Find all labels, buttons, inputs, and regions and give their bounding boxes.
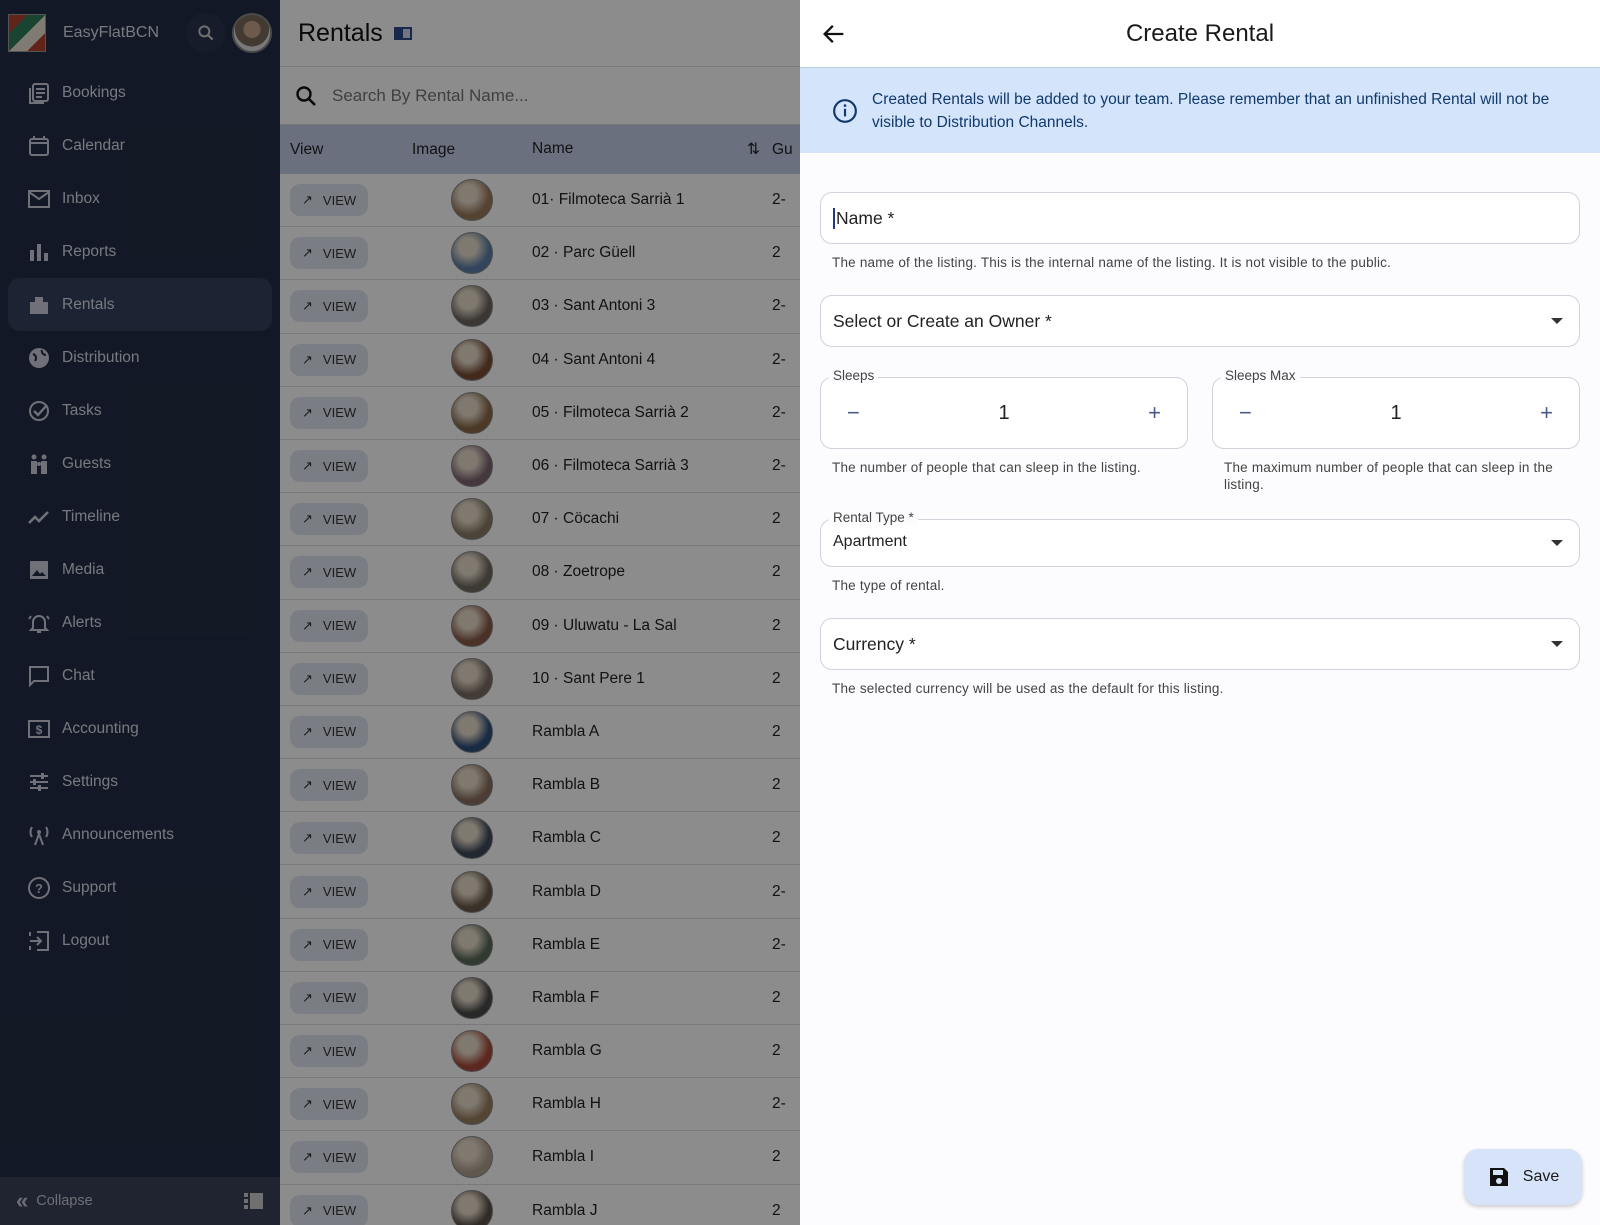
info-banner: Created Rentals will be added to your te… (800, 67, 1600, 153)
owner-select[interactable]: Select or Create an Owner * (820, 295, 1580, 347)
drawer-header: Create Rental (800, 0, 1600, 67)
sleeps-max-value[interactable]: 1 (1390, 402, 1401, 425)
plus-icon[interactable]: + (1540, 400, 1553, 426)
dropdown-caret-icon (1551, 540, 1563, 546)
name-input[interactable]: Name * (820, 192, 1580, 244)
owner-placeholder: Select or Create an Owner * (833, 310, 1052, 331)
sleeps-max-help: The maximum number of people that can sl… (1224, 460, 1553, 492)
info-icon (833, 98, 857, 123)
dropdown-caret-icon (1551, 641, 1563, 647)
info-text: Created Rentals will be added to your te… (872, 90, 1550, 131)
sleeps-max-stepper: Sleeps Max − 1 + (1212, 368, 1580, 449)
sleeps-help: The number of people that can sleep in t… (832, 460, 1141, 475)
minus-icon[interactable]: − (847, 400, 860, 426)
sleeps-value[interactable]: 1 (998, 402, 1009, 425)
save-label: Save (1522, 1168, 1560, 1185)
currency-help: The selected currency will be used as th… (832, 681, 1224, 696)
sleeps-label: Sleeps (829, 368, 879, 383)
rental-type-help: The type of rental. (832, 578, 945, 593)
currency-placeholder: Currency * (833, 633, 916, 654)
drawer-title: Create Rental (1125, 19, 1275, 47)
rental-form: Name * The name of the listing. This is … (800, 192, 1600, 697)
back-arrow-icon[interactable] (820, 20, 848, 48)
rental-type-label: Rental Type * (829, 510, 918, 525)
currency-select[interactable]: Currency * (820, 618, 1580, 670)
rental-type-value: Apartment (833, 533, 907, 550)
sleeps-max-label: Sleeps Max (1221, 368, 1300, 383)
rental-type-select[interactable]: Rental Type * Apartment (820, 510, 1580, 567)
minus-icon[interactable]: − (1239, 400, 1252, 426)
plus-icon[interactable]: + (1148, 400, 1161, 426)
name-placeholder: Name * (833, 207, 894, 229)
create-rental-drawer: Create Rental Created Rentals will be ad… (800, 0, 1600, 1225)
floppy-disk-icon (1489, 1168, 1508, 1186)
modal-backdrop[interactable] (0, 0, 800, 1225)
name-help: The name of the listing. This is the int… (832, 255, 1392, 270)
dropdown-caret-icon (1551, 318, 1563, 324)
save-button[interactable]: Save (1464, 1149, 1582, 1205)
sleeps-stepper: Sleeps − 1 + (820, 368, 1188, 449)
